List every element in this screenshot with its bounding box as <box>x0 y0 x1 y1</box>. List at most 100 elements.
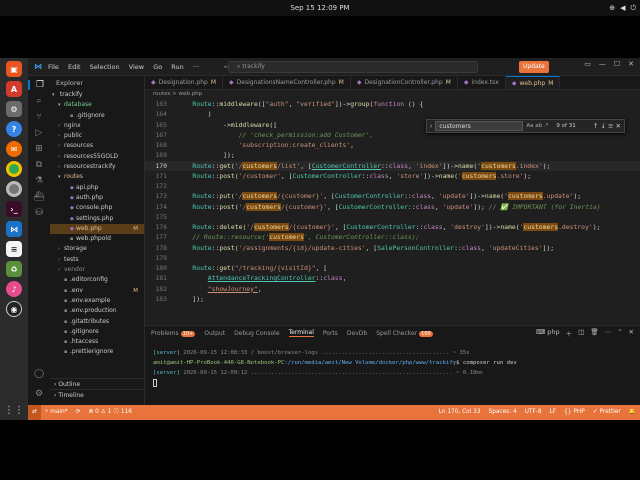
editor-tab[interactable]: ◆ Designation.php M <box>145 76 224 89</box>
menu-file[interactable]: File <box>48 63 59 71</box>
tree-item[interactable]: ▪ .htaccess <box>50 337 144 347</box>
editor-app-icon[interactable]: A <box>6 81 22 97</box>
music-app-icon[interactable]: ♪ <box>6 281 22 297</box>
tree-item[interactable]: › nginx <box>50 121 144 131</box>
status-item[interactable]: Ln 170, Col 33 <box>435 405 485 420</box>
close-panel-icon[interactable]: ✕ <box>629 328 634 338</box>
tree-item[interactable]: ◆ console.php <box>50 203 144 213</box>
panel-tab[interactable]: Problems 10+ <box>151 330 196 337</box>
search-view-icon[interactable]: ⌕ <box>36 96 41 106</box>
tree-item[interactable]: ▪ .env.example <box>50 296 144 306</box>
tree-item[interactable]: ▾ routes <box>50 172 144 182</box>
menu-run[interactable]: Run <box>171 63 183 71</box>
tree-item[interactable]: ▪ .env.production <box>50 306 144 316</box>
system-clock[interactable]: Sep 15 12:09 PM <box>0 0 640 16</box>
code-line[interactable]: 172 <box>145 181 640 191</box>
tree-item[interactable]: › resources <box>50 141 144 151</box>
power-icon[interactable]: ⏻ <box>630 0 636 16</box>
remote-explorer-icon[interactable]: ⧉ <box>36 160 42 170</box>
text-editor-app-icon[interactable]: ≡ <box>6 241 22 257</box>
code-line[interactable]: 182 "showJourney", <box>145 284 640 294</box>
tree-item[interactable]: ◆ auth.php <box>50 193 144 203</box>
code-line[interactable]: 164 ) <box>145 109 640 119</box>
find-input[interactable] <box>435 121 524 131</box>
code-line[interactable]: 175 <box>145 212 640 222</box>
panel-tab[interactable]: DevDb <box>347 330 367 337</box>
panel-tab[interactable]: Spell Checker 100 <box>376 330 433 337</box>
code-line[interactable]: 183 ]); <box>145 294 640 304</box>
outline-section[interactable]: › Outline <box>50 378 144 389</box>
status-item[interactable]: {} PHP <box>560 405 589 420</box>
panel-tab[interactable]: Terminal <box>288 329 314 337</box>
network-icon[interactable]: ⊕ <box>609 0 615 16</box>
extensions-icon[interactable]: ⊞ <box>35 144 43 154</box>
tree-item[interactable]: ▪ .gitignore <box>50 327 144 337</box>
tree-item[interactable]: › resourcestrackify <box>50 162 144 172</box>
menu-go[interactable]: Go <box>153 63 162 71</box>
tree-item[interactable]: ▪ .editorconfig <box>50 275 144 285</box>
panel-tab[interactable]: Debug Console <box>234 330 279 337</box>
command-center-search[interactable]: ⌕ trackify <box>228 61 478 73</box>
menu-more[interactable]: ··· <box>193 63 199 71</box>
find-options[interactable]: Aa ab .* <box>526 123 548 129</box>
status-item[interactable]: 🔔 <box>625 405 640 420</box>
tree-item[interactable]: ▪ web.phpold <box>50 234 144 244</box>
terminal-cursor-line[interactable] <box>153 378 640 388</box>
minimize-icon[interactable]: — <box>599 60 606 68</box>
timeline-section[interactable]: › Timeline <box>50 389 144 400</box>
explorer-icon[interactable]: ❐ <box>28 80 50 90</box>
testing-icon[interactable]: ⚗ <box>35 176 43 186</box>
menu-selection[interactable]: Selection <box>90 63 120 71</box>
update-button[interactable]: Update <box>519 61 549 73</box>
database-icon[interactable]: ⛁ <box>35 208 43 218</box>
status-item[interactable]: Spaces: 4 <box>485 405 521 420</box>
split-terminal-icon[interactable]: ◫ <box>578 328 584 338</box>
tree-item[interactable]: ▪ .gitignore <box>50 111 144 121</box>
show-apps-icon[interactable]: ⋮⋮ <box>4 405 24 416</box>
manage-gear-icon[interactable]: ⚙ <box>35 389 43 399</box>
postman-app-icon[interactable]: ✉ <box>6 141 22 157</box>
tree-item[interactable]: ◆ web.php M <box>50 223 144 235</box>
tree-item[interactable]: › resources55GOLD <box>50 152 144 162</box>
chrome-dev-app-icon[interactable] <box>6 181 22 197</box>
branch-indicator[interactable]: ⑂ main* <box>41 405 72 420</box>
run-debug-icon[interactable]: ▷ <box>36 128 43 138</box>
menu-view[interactable]: View <box>129 63 144 71</box>
code-line[interactable]: 169 ]); <box>145 150 640 160</box>
sync-indicator[interactable]: ⟳ <box>72 405 85 420</box>
menu-edit[interactable]: Edit <box>68 63 81 71</box>
code-line[interactable]: 174 Route::post('/customers/{customer}',… <box>145 202 640 212</box>
tree-item[interactable]: › storage <box>50 244 144 254</box>
terminal-output[interactable]: [server] 2026-09-15 12:08:33 / boost/bro… <box>145 340 640 388</box>
terminal-app-icon[interactable]: ›_ <box>6 201 22 217</box>
editor-tab[interactable]: ◆ web.php M <box>505 76 561 89</box>
editor-tab[interactable]: ◆ index.tsx <box>458 76 506 89</box>
tree-item[interactable]: › tests <box>50 255 144 265</box>
tree-item[interactable]: ◆ api.php <box>50 183 144 193</box>
tree-item[interactable]: ◆ settings.php <box>50 214 144 224</box>
terminal-shell-label[interactable]: ⌨ php <box>536 328 560 338</box>
code-line[interactable]: 168 'subscription:create_clients', <box>145 140 640 150</box>
remote-indicator[interactable]: ⇄ <box>28 405 41 420</box>
code-line[interactable]: 178 Route::post('/assignments/{id}/updat… <box>145 243 640 253</box>
panel-tab[interactable]: Ports <box>323 330 338 337</box>
system-tray[interactable]: ⊕ ◀ ⏻ <box>609 0 636 16</box>
problems-indicator[interactable]: ⊗ 0 ⚠ 1 ⓘ 116 <box>84 405 136 420</box>
code-line[interactable]: 177 // Route::resource('customers', Cust… <box>145 232 640 242</box>
tree-item[interactable]: › public <box>50 131 144 141</box>
code-line[interactable]: 181 AttendanceTrackingController::class, <box>145 273 640 283</box>
breadcrumb[interactable]: routes > web.php <box>145 90 640 99</box>
maximize-panel-icon[interactable]: ⌃ <box>617 328 622 338</box>
find-expand-icon[interactable]: › <box>430 123 432 130</box>
docker-icon[interactable]: ⛴ <box>33 192 44 202</box>
code-line[interactable]: 176 Route::delete('/customers/{customer}… <box>145 222 640 232</box>
source-control-icon[interactable]: ⑂ <box>36 112 41 122</box>
status-item[interactable]: LF <box>546 405 561 420</box>
files-app-icon[interactable]: ▣ <box>6 61 22 77</box>
settings-app-icon[interactable]: ⚙ <box>6 101 22 117</box>
code-line[interactable]: 173 Route::put('/customers/{customer}', … <box>145 191 640 201</box>
vscode-app-icon[interactable]: ⋈ <box>6 221 22 237</box>
tree-item[interactable]: ▾ database <box>50 100 144 110</box>
tree-item[interactable]: › vendor <box>50 265 144 275</box>
code-line[interactable]: 171 Route::post('/customer', [CustomerCo… <box>145 171 640 181</box>
